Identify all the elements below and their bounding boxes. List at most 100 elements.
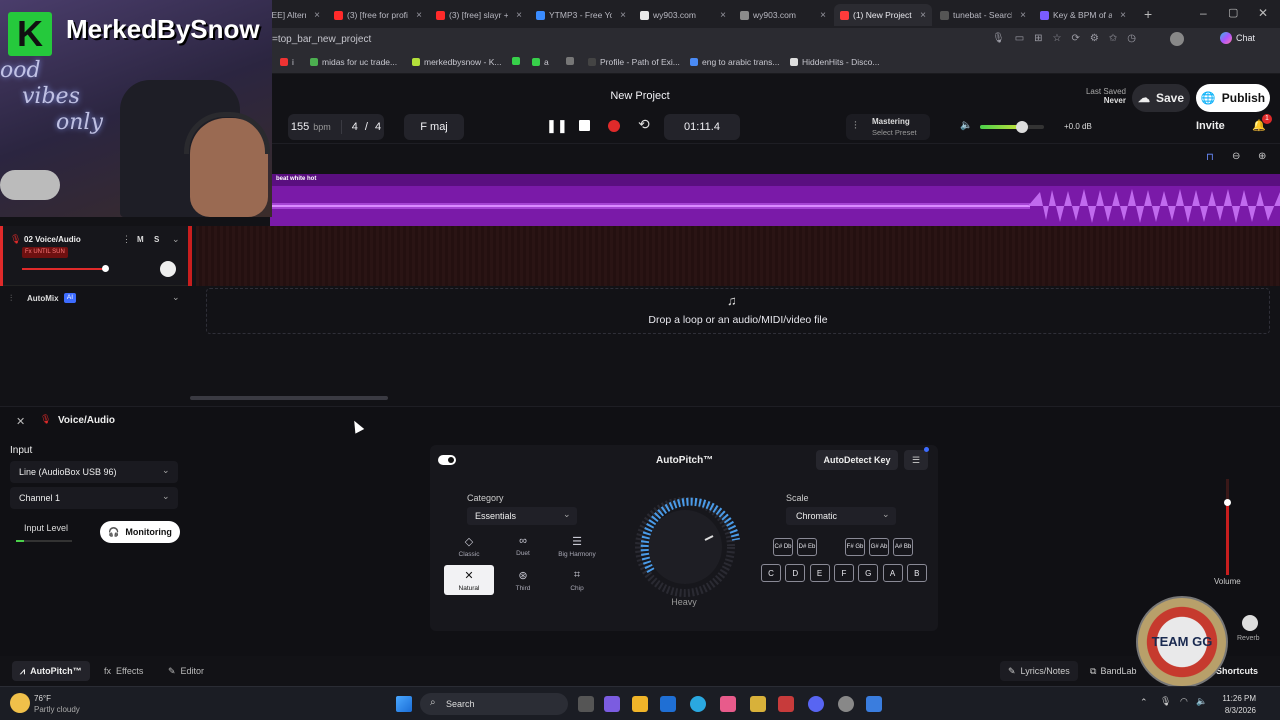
beat-clip[interactable]: beat white hot bbox=[270, 174, 1280, 226]
bpm-control[interactable]: 155 bpm 4 / 4 bbox=[288, 114, 384, 140]
app-icon[interactable] bbox=[720, 696, 736, 712]
browser-tab[interactable]: tunebat - Search × bbox=[934, 4, 1032, 26]
bookmark-item[interactable]: midas for uc trade... bbox=[310, 57, 397, 67]
apps-icon[interactable]: ⊞ bbox=[1034, 33, 1042, 44]
refresh-icon[interactable]: ⟳ bbox=[1072, 33, 1080, 44]
category-option[interactable]: ✕ Natural bbox=[444, 565, 494, 595]
bookmark-item[interactable]: HiddenHits - Disco... bbox=[790, 57, 879, 67]
store-icon[interactable] bbox=[660, 696, 676, 712]
lyrics-tab[interactable]: ✎ Lyrics/Notes bbox=[1000, 661, 1078, 681]
autodetect-key-button[interactable]: AutoDetect Key bbox=[816, 450, 898, 470]
reverb-knob[interactable] bbox=[1242, 615, 1258, 631]
category-option[interactable]: ⊛ Third bbox=[498, 565, 548, 595]
history-icon[interactable]: ◷ bbox=[1127, 33, 1136, 44]
teams-icon[interactable] bbox=[604, 696, 620, 712]
bookmark-item[interactable]: i bbox=[280, 57, 294, 67]
discord-icon[interactable] bbox=[808, 696, 824, 712]
task-view-icon[interactable] bbox=[578, 696, 594, 712]
bandlab-tab[interactable]: ⧉ BandLab bbox=[1090, 666, 1136, 677]
browser-tab[interactable]: YTMP3 - Free You × bbox=[530, 4, 632, 26]
channel-select[interactable]: Channel 1 ⌄ bbox=[10, 487, 178, 509]
bookmark-item[interactable]: Profile - Path of Exi... bbox=[588, 57, 680, 67]
scale-key-sharp[interactable]: G# Ab bbox=[869, 538, 889, 556]
time-sig-num[interactable]: 4 bbox=[352, 121, 358, 133]
scale-key-sharp[interactable]: A# Bb bbox=[893, 538, 913, 556]
app-icon[interactable] bbox=[750, 696, 766, 712]
fx-badge[interactable]: Fx UNTIL SUN bbox=[22, 247, 68, 258]
autopitch-tab[interactable]: ⩘ AutoPitch™ bbox=[12, 661, 90, 681]
volume-fader-thumb[interactable] bbox=[1224, 499, 1231, 506]
time-sig-den[interactable]: 4 bbox=[375, 121, 381, 133]
publish-button[interactable]: 🌐 Publish bbox=[1196, 84, 1270, 112]
record-icon[interactable] bbox=[608, 120, 620, 132]
profile-avatar[interactable] bbox=[1170, 32, 1184, 46]
tab-close-icon[interactable]: × bbox=[412, 10, 422, 21]
close-icon[interactable]: ✕ bbox=[16, 415, 25, 428]
tab-close-icon[interactable]: × bbox=[816, 10, 826, 21]
url-field[interactable]: =top_bar_new_project bbox=[272, 34, 371, 45]
scale-key-sharp[interactable]: F# Gb bbox=[845, 538, 865, 556]
tab-close-icon[interactable]: × bbox=[616, 10, 626, 21]
wifi-icon[interactable]: ◠ bbox=[1180, 696, 1188, 707]
master-volume-slider[interactable] bbox=[980, 121, 1044, 133]
drop-zone[interactable]: ♫ Drop a loop or an audio/MIDI/video fil… bbox=[206, 288, 1270, 334]
bookmark-item[interactable] bbox=[512, 57, 524, 65]
windows-start-icon[interactable] bbox=[396, 696, 412, 712]
mic-icon[interactable]: 🎙 bbox=[1160, 696, 1171, 707]
track-volume-slider[interactable] bbox=[22, 268, 106, 270]
mic-icon[interactable]: 🎙 bbox=[992, 33, 1005, 44]
minimize-icon[interactable]: – bbox=[1200, 6, 1207, 20]
scale-select[interactable]: Chromatic ⌄ bbox=[786, 507, 896, 525]
volume-fader[interactable] bbox=[1224, 479, 1231, 575]
automix-row[interactable]: ⫶ AutoMix AI ⌄ bbox=[0, 286, 190, 310]
browser-tab[interactable]: wy903.com × bbox=[734, 4, 832, 26]
screen-icon[interactable]: ▭ bbox=[1015, 33, 1024, 44]
browser-tab[interactable]: (3) [free for profit × bbox=[328, 4, 428, 26]
category-select[interactable]: Essentials ⌄ bbox=[467, 507, 577, 525]
time-display[interactable]: 01:11.4 bbox=[664, 114, 740, 140]
browser-tab[interactable]: (3) [free] slayr + v× bbox=[430, 4, 528, 26]
pan-knob[interactable] bbox=[160, 261, 176, 277]
project-title[interactable]: New Project bbox=[560, 90, 720, 102]
chevron-down-icon[interactable]: ⌄ bbox=[172, 292, 180, 303]
autopitch-toggle[interactable] bbox=[438, 455, 456, 465]
tab-close-icon[interactable]: × bbox=[1016, 10, 1026, 21]
speaker-icon[interactable]: 🔈 bbox=[960, 120, 972, 131]
browser-tab[interactable]: Key & BPM of an × bbox=[1034, 4, 1132, 26]
category-option[interactable]: ⌗ Chip bbox=[552, 565, 602, 595]
bookmark-item[interactable]: merkedbysnow - K... bbox=[412, 57, 501, 67]
close-window-icon[interactable]: ✕ bbox=[1258, 6, 1268, 20]
track-name[interactable]: 02 Voice/Audio bbox=[24, 235, 81, 244]
maximize-icon[interactable]: ▢ bbox=[1228, 6, 1238, 19]
zoom-in-icon[interactable]: ⊕ bbox=[1258, 151, 1266, 162]
chevron-down-icon[interactable]: ⌄ bbox=[172, 234, 180, 245]
track-volume-thumb[interactable] bbox=[102, 265, 109, 272]
mastering-button[interactable]: ⫶ Mastering Select Preset bbox=[846, 114, 930, 140]
favorites-icon[interactable]: ✩ bbox=[1109, 33, 1117, 44]
new-tab-icon[interactable]: + bbox=[1144, 6, 1152, 22]
file-explorer-icon[interactable] bbox=[632, 696, 648, 712]
weather-icon[interactable] bbox=[10, 693, 30, 713]
scale-key-natural[interactable]: G bbox=[858, 564, 879, 582]
app-icon[interactable] bbox=[778, 696, 794, 712]
scale-key-natural[interactable]: B bbox=[906, 564, 927, 582]
settings-sliders-icon[interactable]: ☰ bbox=[904, 450, 928, 470]
bookmark-item[interactable] bbox=[566, 57, 578, 65]
extensions-icon[interactable]: ⚙ bbox=[1090, 33, 1099, 44]
scale-key-natural[interactable]: E bbox=[809, 564, 830, 582]
effects-tab[interactable]: fx Effects bbox=[104, 666, 143, 676]
horizontal-scrollbar[interactable] bbox=[190, 396, 388, 400]
track-header-voice[interactable]: 🎙 02 Voice/Audio ⋮ M S ⌄ Fx UNTIL SUN bbox=[0, 226, 190, 286]
invite-button[interactable]: Invite bbox=[1196, 120, 1225, 132]
pause-icon[interactable]: ❚❚ bbox=[546, 118, 568, 134]
key-selector[interactable]: F maj bbox=[404, 114, 464, 140]
tab-close-icon[interactable]: × bbox=[916, 10, 926, 21]
track-menu-icon[interactable]: ⋮ bbox=[122, 234, 131, 245]
tab-close-icon[interactable]: × bbox=[512, 10, 522, 21]
save-button[interactable]: ☁ Save bbox=[1132, 84, 1190, 112]
scale-key-natural[interactable]: F bbox=[833, 564, 854, 582]
timeline-ruler[interactable] bbox=[270, 146, 1280, 166]
stop-icon[interactable] bbox=[579, 120, 590, 131]
mute-button[interactable]: M bbox=[137, 235, 144, 244]
editor-tab[interactable]: ✎ Editor bbox=[168, 666, 204, 677]
